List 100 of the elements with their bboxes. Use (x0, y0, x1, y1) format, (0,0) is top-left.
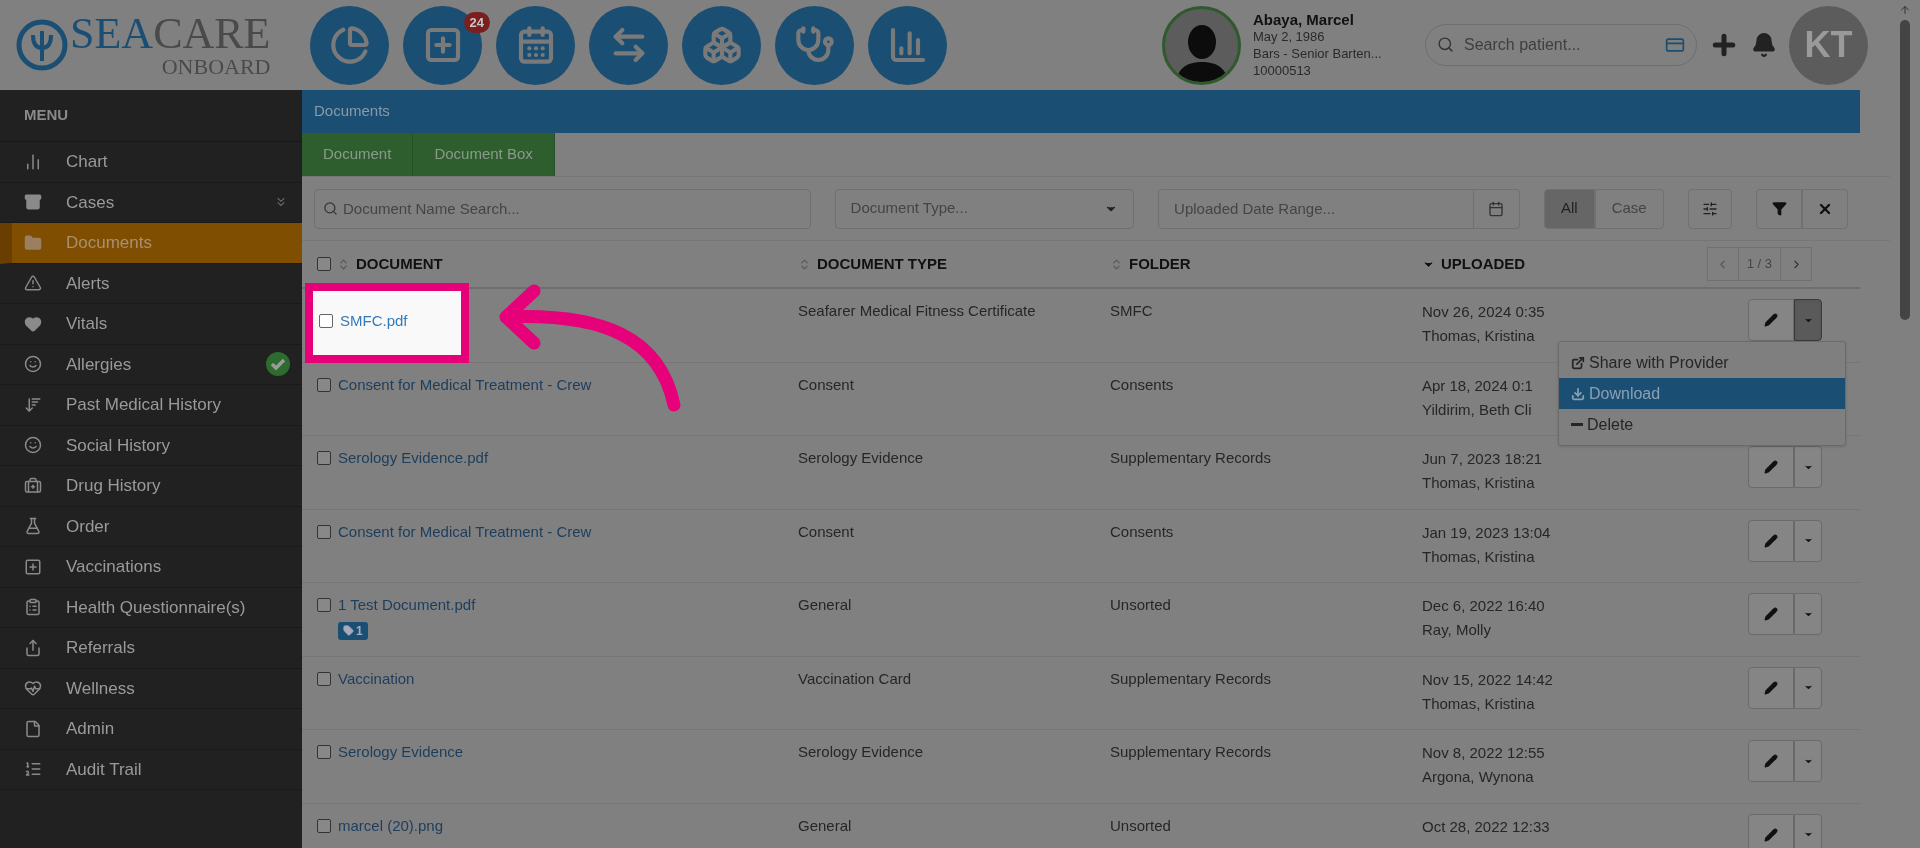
date-range-field[interactable]: Uploaded Date Range... (1158, 188, 1474, 229)
upload-date: Oct 28, 2022 12:33 (1422, 816, 1550, 837)
sidebar-label: Documents (66, 232, 152, 254)
card-icon[interactable] (1665, 35, 1685, 55)
sidebar-item[interactable]: Order (0, 506, 302, 547)
document-search-field[interactable]: Document Name Search... (314, 188, 811, 229)
sidebar-label: Vitals (66, 313, 108, 335)
sidebar-item[interactable]: Chart (0, 142, 302, 183)
patient-search-field[interactable]: Search patient... (1425, 24, 1697, 66)
checkbox[interactable] (317, 524, 331, 539)
checkbox[interactable] (317, 257, 331, 271)
warning-icon (24, 274, 42, 293)
checkbox[interactable] (317, 598, 331, 613)
menu-item[interactable]: Delete (1559, 409, 1845, 440)
column-header[interactable]: DOCUMENT TYPE (817, 252, 947, 276)
pencil-icon (1764, 460, 1778, 474)
notifications-icon[interactable] (1751, 32, 1777, 58)
document-link[interactable]: Vaccination (338, 667, 415, 690)
medical-kit-icon (24, 476, 42, 495)
patient-dob: May 2, 1986 (1253, 28, 1325, 45)
sort-icon[interactable] (337, 257, 350, 271)
document-type: Consent (798, 375, 854, 393)
edit-button[interactable] (1748, 740, 1794, 782)
document-link[interactable]: marcel (20).png (338, 814, 444, 837)
folder-name: SMFC (1110, 302, 1153, 319)
upload-date: Dec 6, 2022 16:40 (1422, 596, 1545, 616)
document-type: General (798, 816, 852, 834)
document-link[interactable]: Consent for Medical Treatment - Crew (338, 520, 592, 543)
scrollbar-thumb[interactable] (1900, 20, 1910, 320)
logo-text: SEA (70, 9, 154, 58)
checkbox[interactable] (317, 671, 331, 686)
sort-icon[interactable] (798, 257, 811, 271)
calendar-button[interactable] (1473, 188, 1520, 229)
menu-item[interactable]: Download (1559, 378, 1845, 409)
patient-name: Abaya, Marcel (1253, 11, 1354, 28)
page-indicator: 1 / 3 (1737, 248, 1781, 280)
scope-toggle[interactable]: Case (1594, 188, 1664, 229)
settings-button[interactable] (1687, 188, 1732, 229)
search-icon (323, 200, 338, 216)
calendar-icon (1488, 200, 1505, 217)
sidebar-label: Alerts (66, 272, 110, 295)
sidebar-item[interactable]: Past Medical History (0, 385, 302, 426)
sidebar-label: Order (66, 515, 110, 538)
tab[interactable]: Document (302, 133, 414, 176)
sidebar-label: Cases (66, 191, 115, 214)
document-type-select[interactable]: Document Type... (834, 188, 1135, 229)
sort-icon[interactable] (1110, 257, 1123, 271)
sidebar-item[interactable]: Health Questionnaire(s) (0, 587, 302, 628)
edit-button[interactable] (1748, 446, 1794, 488)
filter-icon (1771, 201, 1787, 216)
edit-button[interactable] (1748, 666, 1794, 709)
edit-button[interactable] (1748, 299, 1794, 341)
scope-toggle[interactable]: All (1543, 188, 1595, 229)
sidebar-item[interactable]: Wellness (0, 668, 302, 709)
document-link[interactable]: Serology Evidence.pdf (338, 447, 489, 470)
filter-button[interactable] (1756, 188, 1802, 229)
document-link[interactable]: 1 Test Document.pdf (338, 594, 476, 617)
document-link[interactable]: Serology Evidence (338, 741, 464, 764)
stethoscope-icon (794, 25, 835, 65)
sidebar-item[interactable]: Vitals (0, 304, 302, 345)
sidebar-label: Referrals (66, 637, 135, 659)
document-link[interactable]: Consent for Medical Treatment - Crew (338, 373, 592, 396)
sidebar-item[interactable]: Allergies (0, 344, 302, 385)
smiley-icon (24, 436, 42, 455)
sidebar-item[interactable]: Audit Trail (0, 749, 302, 790)
menu-item[interactable]: Share with Provider (1559, 347, 1845, 378)
sidebar-item[interactable]: Referrals (0, 628, 302, 669)
checkbox[interactable] (317, 451, 331, 466)
document-link[interactable]: SMFC.pdf (340, 310, 408, 333)
flask-icon (24, 517, 42, 536)
document-type: Serology Evidence (798, 743, 924, 760)
sidebar-item[interactable]: Drug History (0, 466, 302, 507)
document-type: General (798, 596, 852, 613)
edit-button[interactable] (1748, 813, 1794, 848)
clear-button[interactable] (1802, 188, 1848, 229)
pencil-icon (1764, 533, 1778, 548)
uploader-name: Thomas, Kristina (1422, 546, 1535, 567)
bar-chart-icon (24, 152, 42, 171)
sidebar-label: Social History (66, 434, 170, 457)
sidebar-item[interactable]: Social History (0, 425, 302, 466)
sidebar-label: Drug History (66, 475, 161, 497)
edit-button[interactable] (1748, 593, 1794, 635)
edit-button[interactable] (1748, 519, 1794, 562)
column-header[interactable]: UPLOADED (1441, 252, 1526, 276)
column-header[interactable]: DOCUMENT (356, 252, 443, 276)
plus-square-icon (24, 557, 42, 576)
checkbox[interactable] (317, 818, 331, 833)
scroll-up-icon[interactable] (1899, 4, 1911, 16)
sidebar-item[interactable]: Alerts (0, 263, 302, 304)
checkbox[interactable] (317, 745, 331, 760)
checkbox[interactable] (317, 377, 331, 392)
checkbox[interactable] (319, 314, 333, 329)
download-icon (1571, 386, 1585, 401)
column-header[interactable]: FOLDER (1129, 252, 1191, 276)
tab[interactable]: Document Box (413, 133, 555, 176)
sidebar-item[interactable]: Admin (0, 709, 302, 750)
sidebar-item[interactable]: Vaccinations (0, 547, 302, 588)
share-icon (1571, 355, 1585, 370)
patient-id: 10000513 (1253, 62, 1311, 79)
uploader-name: Argona, Wynona (1422, 767, 1534, 787)
